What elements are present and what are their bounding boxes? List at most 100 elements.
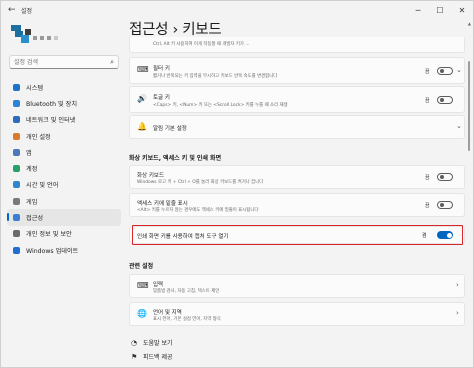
close-button[interactable]: ✕ bbox=[451, 1, 473, 19]
sidebar-item-label: 네트워크 및 인터넷 bbox=[26, 117, 76, 125]
underline-access-keys-card[interactable]: 액세스 키에 밑줄 표시 <Alt> 키를 누르지 않는 경우에도 액세스 키에… bbox=[129, 193, 465, 217]
language-icon: 🌐 bbox=[137, 309, 147, 318]
sidebar-item-label: 앱 bbox=[26, 149, 32, 157]
back-arrow-icon[interactable]: ← bbox=[8, 5, 16, 15]
breadcrumb-current: 키보드 bbox=[182, 22, 222, 38]
on-screen-keyboard-toggle[interactable] bbox=[437, 173, 453, 181]
section-heading: 화상 키보드, 액세스 키 및 인쇄 화면 bbox=[129, 155, 222, 162]
sidebar-item-icon bbox=[13, 83, 20, 91]
maximize-button[interactable]: ☐ bbox=[429, 1, 451, 19]
breadcrumb-separator: › bbox=[172, 22, 178, 38]
bell-icon: 🔔 bbox=[137, 122, 147, 131]
feedback-link[interactable]: ⚑ 피드백 제공 bbox=[131, 352, 173, 362]
sidebar-item[interactable]: 접근성 bbox=[7, 209, 121, 226]
sidebar-item-label: 시간 및 언어 bbox=[26, 182, 59, 190]
get-help-link[interactable]: ◔ 도움말 보기 bbox=[131, 338, 173, 348]
sidebar-item[interactable]: 앱 bbox=[7, 144, 121, 160]
card-desc: <Caps> 키, <Num> 키 또는 <Scroll Lock> 키를 누를… bbox=[153, 103, 288, 108]
chevron-right-icon[interactable]: › bbox=[456, 281, 459, 289]
sidebar-nav: 시스템 Bluetooth 및 장치네트워크 및 인터넷개인 설정앱계정시간 및 … bbox=[7, 79, 121, 258]
keyboard-icon: ⌨ bbox=[137, 281, 149, 290]
chevron-right-icon[interactable]: › bbox=[456, 309, 459, 317]
sidebar-item[interactable]: 시스템 bbox=[7, 79, 121, 95]
sidebar-item[interactable]: 시간 및 언어 bbox=[7, 177, 121, 193]
notification-preferences-card[interactable]: 🔔 알림 기본 설정 ⌄ bbox=[129, 115, 465, 139]
sidebar-item-icon bbox=[13, 148, 20, 156]
get-help-label[interactable]: 도움말 보기 bbox=[143, 338, 173, 347]
section-heading: 관련 설정 bbox=[129, 263, 154, 270]
sidebar-item-icon bbox=[13, 116, 20, 124]
minimize-button[interactable]: ─ bbox=[407, 1, 429, 19]
keyboard-icon: ⌨ bbox=[137, 65, 149, 74]
sidebar-item-icon bbox=[13, 165, 20, 173]
sidebar-item-label: Bluetooth 및 장치 bbox=[26, 100, 78, 108]
card-title: 필터 키 bbox=[153, 66, 170, 72]
card-title: 액세스 키에 밑줄 표시 bbox=[137, 201, 188, 207]
breadcrumb-parent[interactable]: 접근성 bbox=[129, 22, 168, 38]
sidebar-item-label: 개인 정보 및 보안 bbox=[26, 231, 72, 239]
settings-window: ← 설정 ─ ☐ ✕ ⌕ 시스템 Bluetooth 및 장치네트워크 및 인터넷… bbox=[0, 0, 474, 368]
sidebar-item[interactable]: Windows 업데이트 bbox=[7, 242, 121, 258]
search-icon[interactable]: ⌕ bbox=[110, 58, 114, 67]
card-desc: Ctrl, Alt 키 사용하여 이게 작동할 때 개발자 키가 ... bbox=[153, 42, 250, 47]
card-desc: Windows 로고 키 + Ctrl + O를 눌러 화상 키보드를 켜거나 … bbox=[137, 180, 264, 185]
sidebar-item[interactable]: 개인 설정 bbox=[7, 128, 121, 144]
chevron-down-icon[interactable]: ⌄ bbox=[456, 122, 462, 130]
sidebar-item-icon bbox=[13, 197, 20, 205]
toggle-state-label: 끔 bbox=[425, 203, 430, 209]
highlight-box bbox=[132, 225, 463, 245]
sidebar-item[interactable]: 게임 bbox=[7, 193, 121, 209]
title-bar: ← 설정 ─ ☐ ✕ bbox=[1, 1, 473, 19]
card-title: 언어 및 지역 bbox=[153, 310, 182, 316]
card-title: 토글 키 bbox=[153, 95, 170, 101]
input-card[interactable]: ⌨ 입력 맞춤법 검사, 자동 고침, 텍스트 제안 › bbox=[129, 274, 465, 298]
card-desc: 표시 언어, 기본 설정 언어, 지역 형식 bbox=[153, 317, 221, 322]
filter-keys-card[interactable]: ⌨ 필터 키 짧거나 반복되는 키 입력을 무시하고 키보드 반복 속도를 변경… bbox=[129, 57, 465, 84]
user-name-blurred bbox=[33, 33, 63, 43]
feedback-icon: ⚑ bbox=[131, 352, 138, 361]
sidebar-item[interactable]: 개인 정보 및 보안 bbox=[7, 226, 121, 242]
sidebar-item[interactable]: 네트워크 및 인터넷 bbox=[7, 112, 121, 128]
sidebar-item-label: 계정 bbox=[26, 166, 38, 174]
toggle-keys-card[interactable]: 🔊 토글 키 <Caps> 키, <Num> 키 또는 <Scroll Lock… bbox=[129, 86, 465, 113]
window-controls: ─ ☐ ✕ bbox=[407, 1, 473, 19]
toggle-state-label: 끔 bbox=[425, 175, 430, 181]
card-desc: 짧거나 반복되는 키 입력을 무시하고 키보드 반복 속도를 변경합니다 bbox=[153, 74, 278, 79]
sidebar-item-label: Windows 업데이트 bbox=[26, 247, 79, 255]
sidebar-item-icon bbox=[13, 99, 20, 107]
feedback-label[interactable]: 피드백 제공 bbox=[143, 352, 173, 361]
scrollbar[interactable] bbox=[468, 61, 470, 151]
sidebar-item-icon bbox=[13, 246, 20, 254]
sidebar-item-icon bbox=[13, 181, 20, 189]
toggle-keys-toggle[interactable] bbox=[437, 96, 453, 104]
toggle-state-label: 끔 bbox=[425, 69, 430, 75]
speaker-icon: 🔊 bbox=[137, 94, 147, 103]
page-title: 접근성 › 키보드 bbox=[129, 18, 222, 39]
sidebar-item-label: 시스템 bbox=[26, 84, 44, 92]
sidebar-item[interactable]: Bluetooth 및 장치 bbox=[7, 95, 121, 111]
sidebar-item[interactable]: 계정 bbox=[7, 160, 121, 176]
underline-access-keys-toggle[interactable] bbox=[437, 201, 453, 209]
card-title: 알림 기본 설정 bbox=[153, 126, 187, 132]
card-title: 화상 키보드 bbox=[137, 173, 165, 179]
sidebar-item-label: 개인 설정 bbox=[26, 133, 51, 141]
search-box[interactable]: ⌕ bbox=[9, 55, 119, 69]
sidebar-item-icon bbox=[13, 214, 20, 222]
sticky-keys-card-partial: Ctrl, Alt 키 사용하여 이게 작동할 때 개발자 키가 ... bbox=[129, 37, 465, 53]
scroll-up-arrow-icon[interactable]: ▲ bbox=[468, 21, 471, 26]
filter-keys-toggle[interactable] bbox=[437, 67, 453, 75]
help-icon: ◔ bbox=[131, 338, 138, 347]
chevron-down-icon[interactable]: ⌄ bbox=[456, 66, 462, 74]
sidebar-item-icon bbox=[13, 132, 20, 140]
sidebar-item-icon bbox=[13, 230, 20, 238]
card-title: 입력 bbox=[153, 282, 164, 288]
toggle-state-label: 끔 bbox=[425, 98, 430, 104]
language-region-card[interactable]: 🌐 언어 및 지역 표시 언어, 기본 설정 언어, 지역 형식 › bbox=[129, 302, 465, 326]
card-desc: 맞춤법 검사, 자동 고침, 텍스트 제안 bbox=[153, 289, 220, 294]
sidebar-item-label: 게임 bbox=[26, 198, 38, 206]
sidebar-item-label: 접근성 bbox=[26, 215, 44, 223]
search-input[interactable] bbox=[14, 57, 102, 67]
card-desc: <Alt> 키를 누르지 않는 경우에도 액세스 키에 밑줄이 표시됩니다 bbox=[137, 208, 259, 213]
on-screen-keyboard-card[interactable]: 화상 키보드 Windows 로고 키 + Ctrl + O를 눌러 화상 키보… bbox=[129, 165, 465, 189]
window-title: 설정 bbox=[21, 8, 33, 15]
